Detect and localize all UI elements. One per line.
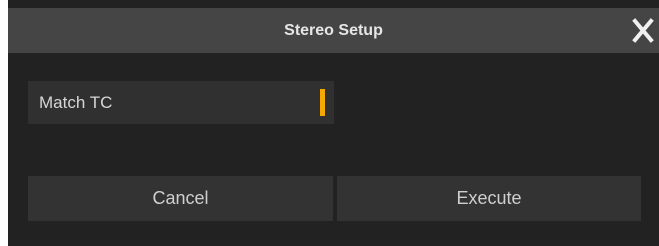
match-tc-option[interactable]: Match TC (28, 81, 334, 124)
execute-button[interactable]: Execute (337, 176, 641, 221)
close-button[interactable] (615, 8, 659, 53)
close-icon (632, 18, 654, 43)
dialog-title: Stereo Setup (284, 22, 383, 39)
cancel-button[interactable]: Cancel (28, 176, 333, 221)
title-bar: Stereo Setup (8, 8, 659, 53)
match-tc-label: Match TC (39, 93, 113, 112)
stereo-setup-dialog: Stereo Setup Match TC Cancel Execute (8, 0, 659, 246)
option-indicator (320, 89, 325, 116)
